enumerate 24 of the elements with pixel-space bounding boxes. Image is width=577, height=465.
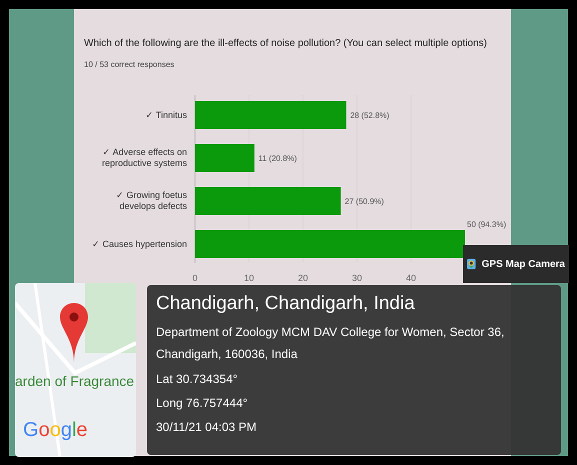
- axis-tick-label: 20: [298, 273, 308, 283]
- response-summary: 10 / 53 correct responses: [84, 59, 176, 71]
- longitude-text: Long 76.757444°: [156, 395, 249, 412]
- location-address: Department of Zoology MCM DAV College for Women, Sector 36, Chandigarh, 160036, India: [156, 324, 506, 363]
- gps-tag-label: GPS Map Camera: [482, 258, 565, 272]
- category-label: ✓ Adverse effects on reproductive systems: [100, 147, 187, 169]
- date-time-text: 30/11/21 04:03 PM: [156, 419, 258, 436]
- map-place-label: arden of Fragrance: [15, 372, 134, 391]
- value-label: 11 (20.8%): [258, 154, 297, 163]
- axis-tick-label: 10: [244, 273, 254, 283]
- category-label: ✓ Tinnitus: [145, 110, 187, 120]
- google-logo: Google: [23, 418, 88, 443]
- axis-tick-label: 40: [406, 273, 416, 283]
- value-label: 28 (52.8%): [350, 111, 390, 120]
- axis-tick-label: 0: [192, 273, 198, 283]
- bar: [195, 144, 254, 172]
- category-label: ✓ Causes hypertension: [92, 238, 187, 250]
- value-label: 27 (50.9%): [344, 197, 384, 206]
- category-label: ✓ Growing foetus develops defects: [114, 190, 187, 212]
- location-title: Chandigarh, Chandigarh, India: [156, 292, 416, 316]
- axis-tick-label: 30: [352, 273, 362, 283]
- value-label: 50 (94.3%): [467, 220, 506, 229]
- latitude-text: Lat 30.734354°: [156, 371, 239, 388]
- question-title: Which of the following are the ill-effects of noise pollution? (You can select multiple options): [84, 37, 488, 51]
